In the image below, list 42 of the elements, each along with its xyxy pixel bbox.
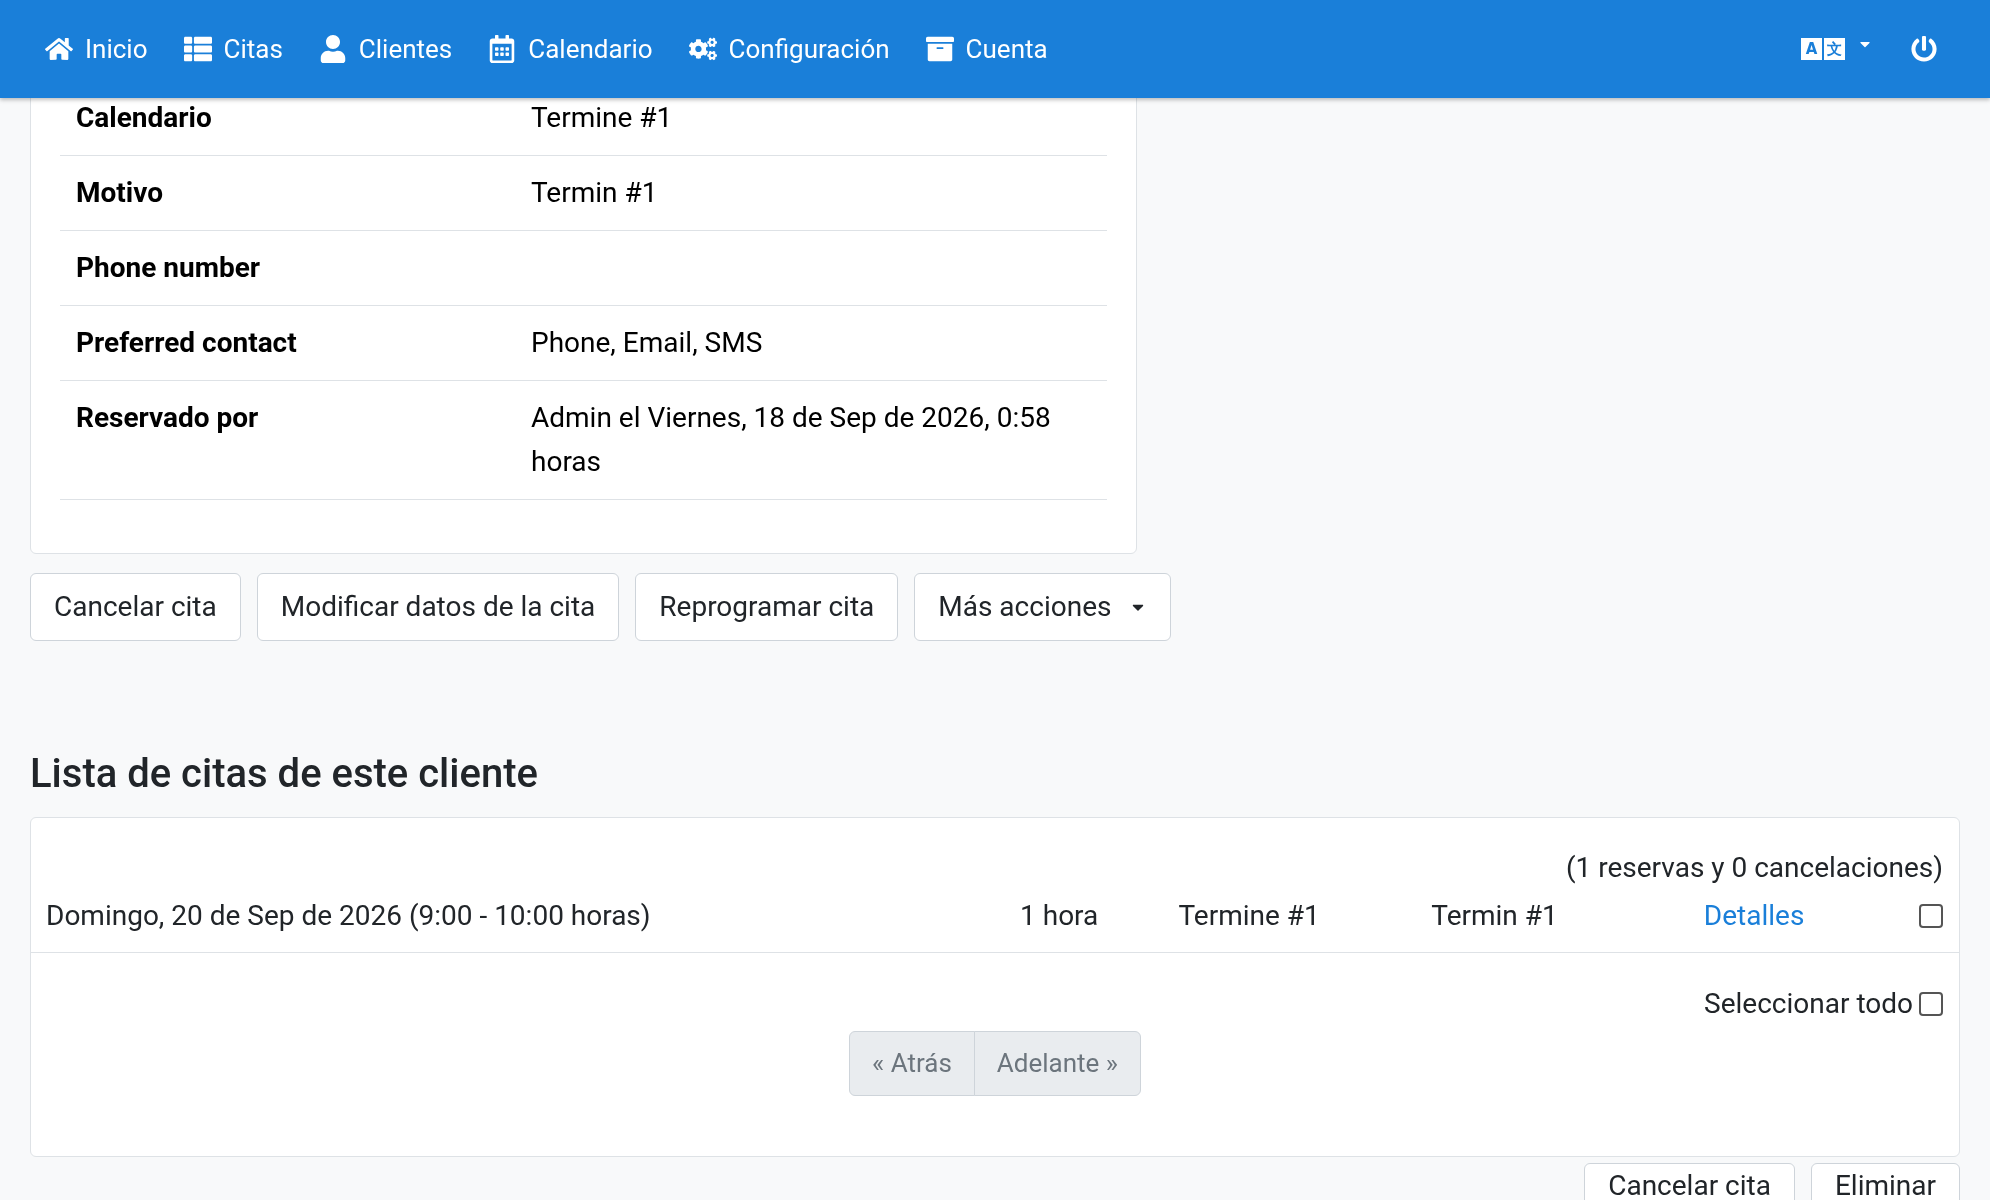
appointment-calendar: Termine #1: [1178, 898, 1321, 934]
nav-link[interactable]: Citas: [183, 29, 283, 69]
action-button[interactable]: Modificar datos de la cita: [256, 573, 620, 641]
nav-link[interactable]: Configuración: [688, 29, 890, 69]
nav-link[interactable]: Cuenta: [925, 29, 1048, 69]
power-icon: [1911, 36, 1937, 62]
checkbox[interactable]: [1919, 992, 1943, 1016]
language-menu[interactable]: A 文: [1801, 38, 1873, 60]
detail-value: Admin el Viernes, 18 de Sep de 2026, 0:58 horas: [531, 400, 1052, 480]
nav-link[interactable]: Calendario: [488, 29, 653, 69]
detail-value: Termine #1: [531, 100, 674, 136]
action-button[interactable]: Cancelar cita: [30, 573, 241, 641]
appointment-reason: Termin #1: [1431, 898, 1559, 934]
nav-link[interactable]: Clientes: [318, 29, 453, 69]
language-glyph: A: [1801, 38, 1822, 60]
summary-text: (1 reservas y 0 cancelaciones): [1565, 850, 1943, 886]
detail-value: Termin #1: [531, 175, 659, 211]
detail-label: Motivo: [75, 175, 164, 211]
nav-icon: [183, 35, 212, 63]
detail-label: Calendario: [75, 100, 213, 136]
action-button[interactable]: Más acciones: [914, 573, 1172, 641]
details-link[interactable]: Detalles: [1703, 895, 1920, 937]
detail-label: Preferred contact: [75, 325, 298, 361]
action-button[interactable]: Eliminar: [1810, 1163, 1960, 1200]
detail-value: Phone, Email, SMS: [531, 325, 764, 361]
nav-icon: [318, 35, 347, 63]
action-button[interactable]: Cancelar cita: [1584, 1163, 1795, 1200]
detail-label: Reservado por: [75, 400, 260, 436]
appointment-date: Domingo, 20 de Sep de 2026 (9:00 - 10:00 horas): [46, 898, 652, 934]
nav-icon: [925, 35, 954, 63]
detail-label: Phone number: [75, 250, 262, 286]
power-button[interactable]: [1911, 36, 1937, 62]
nav-icon: [688, 35, 717, 63]
language-glyph: 文: [1824, 38, 1845, 60]
nav-icon: [488, 35, 517, 63]
select-all-label: Seleccionar todo: [1704, 986, 1913, 1022]
section-heading: Lista de citas de este cliente: [30, 749, 539, 799]
checkbox[interactable]: [1919, 904, 1943, 928]
action-button[interactable]: Reprogramar cita: [635, 573, 899, 641]
nav-icon: [45, 35, 73, 63]
nav-link[interactable]: Inicio: [45, 29, 148, 69]
appointment-duration: 1 hora: [1020, 898, 1100, 934]
